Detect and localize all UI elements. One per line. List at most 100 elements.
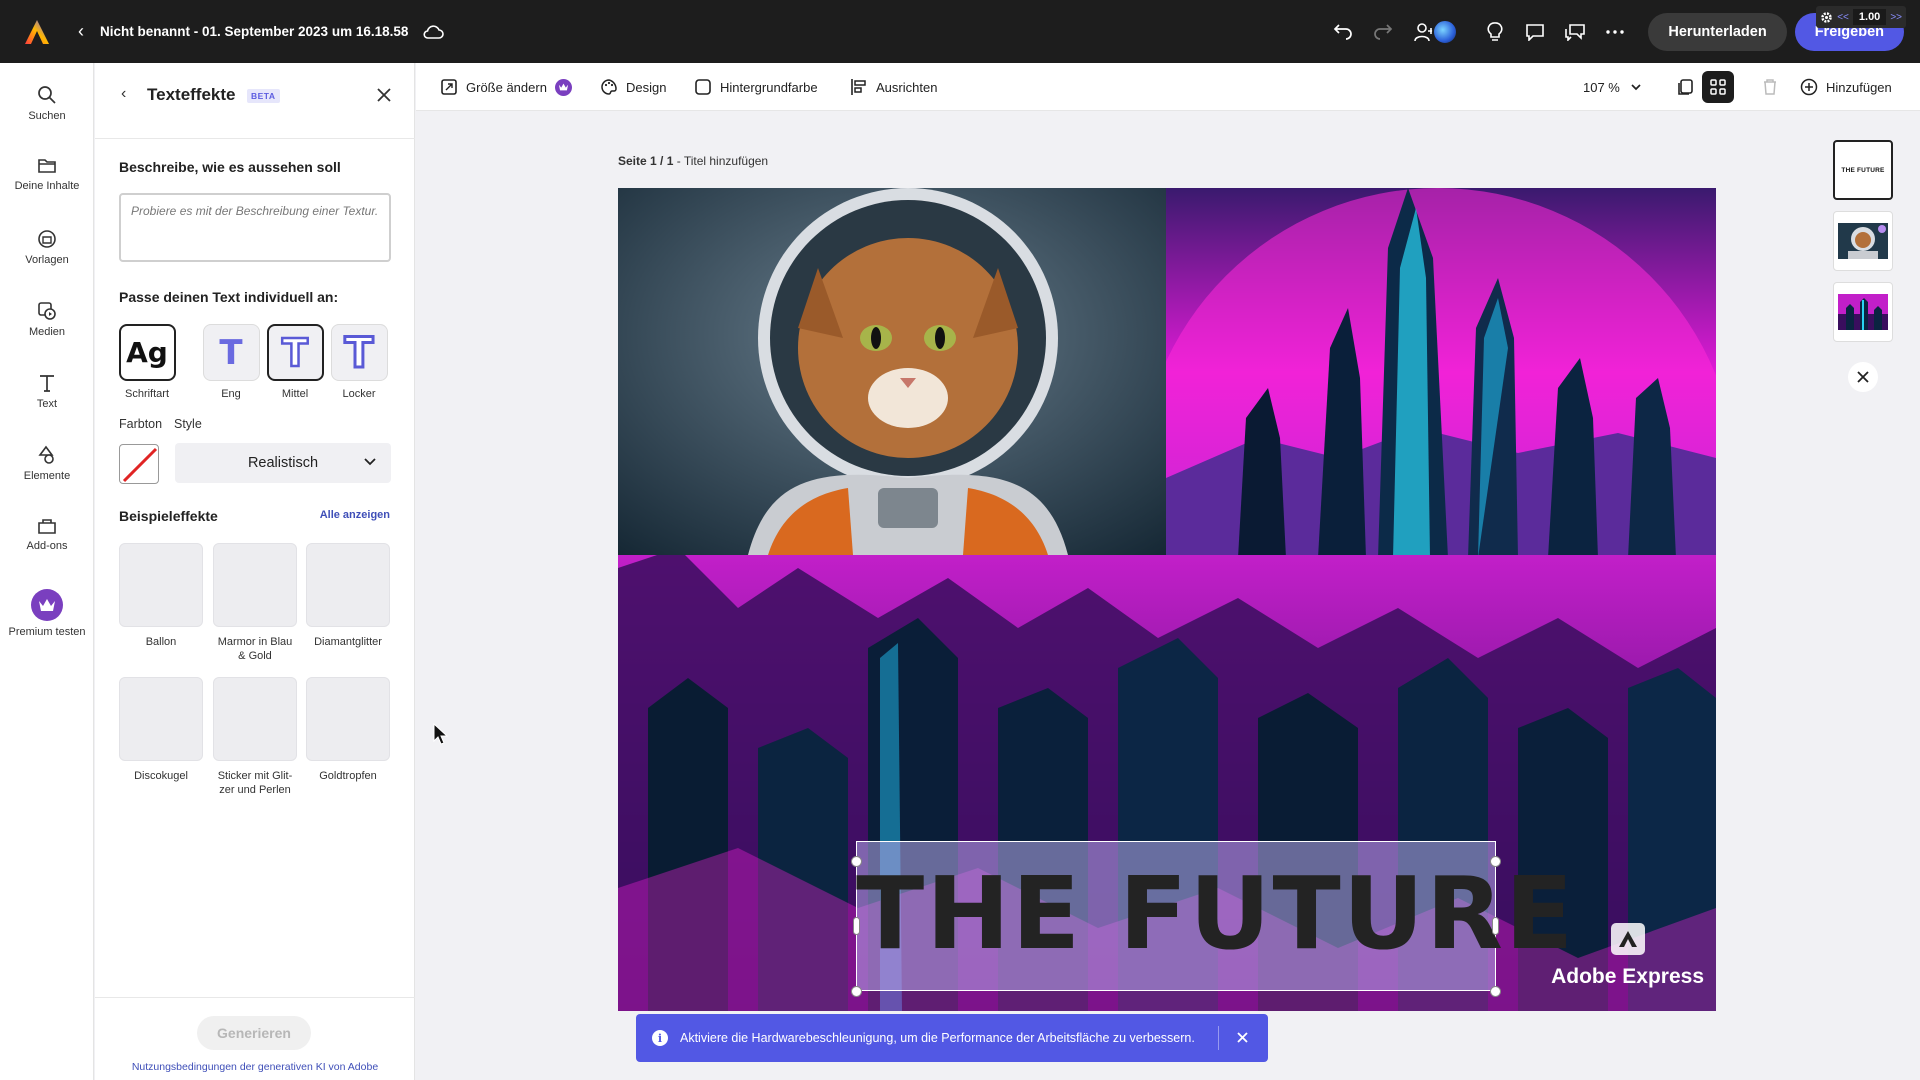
zoom-value: 107 %: [1583, 79, 1620, 95]
option-font[interactable]: Ag Schriftart: [118, 324, 176, 400]
page-thumbnail-text[interactable]: THE FUTURE: [1833, 140, 1893, 200]
cloud-sync-icon[interactable]: [422, 24, 445, 40]
watermark: Adobe Express: [1551, 923, 1704, 989]
option-loose[interactable]: T Locker: [330, 324, 388, 400]
artboard[interactable]: THE FUTURE Adobe Express: [618, 188, 1716, 1011]
city-thumbnail-image: [1838, 294, 1888, 330]
example-gold-drops[interactable]: Goldtropfen: [306, 677, 390, 783]
search-icon: [38, 86, 56, 104]
rail-item-label: Premium testen: [8, 626, 86, 638]
delete-button[interactable]: [1754, 71, 1786, 103]
close-thumbnails-button[interactable]: [1848, 362, 1878, 392]
resize-handle[interactable]: [851, 856, 862, 867]
toast-message: Aktiviere die Hardwarebeschleunigung, um…: [680, 1031, 1195, 1045]
rail-item-media[interactable]: Medien: [0, 301, 94, 338]
design-label: Design: [626, 79, 667, 95]
font-option-tile[interactable]: Ag: [118, 324, 176, 381]
background-color-button[interactable]: Hintergrundfarbe: [694, 63, 818, 111]
example-label: Diamantglitter: [314, 636, 382, 648]
option-medium[interactable]: T Mittel: [266, 324, 324, 400]
adobe-express-logo-icon[interactable]: [24, 19, 50, 45]
rail-item-templates[interactable]: Vorlagen: [0, 229, 94, 266]
back-chevron-icon[interactable]: ‹: [78, 21, 84, 42]
panel-back-chevron-icon[interactable]: ‹: [121, 85, 126, 103]
example-label: Sticker mit Glit-zer und Perlen: [217, 770, 293, 796]
download-button[interactable]: Herunterladen: [1648, 12, 1787, 51]
example-sticker-glitter[interactable]: Sticker mit Glit-zer und Perlen: [213, 677, 297, 797]
hue-swatch[interactable]: [119, 444, 159, 484]
comment-icon[interactable]: [1518, 15, 1552, 49]
resize-handle[interactable]: [1492, 917, 1499, 935]
generate-button[interactable]: Generieren: [197, 1016, 311, 1050]
example-balloon[interactable]: Ballon: [119, 543, 203, 649]
left-rail: Suchen Deine Inhalte Vorlagen Medien Tex…: [0, 63, 94, 1080]
thumb-text: THE FUTURE: [1841, 166, 1885, 174]
page-label[interactable]: Seite 1 / 1 - Titel hinzufügen: [618, 154, 768, 168]
example-thumbnail[interactable]: [306, 677, 390, 761]
option-tight[interactable]: T Eng: [202, 324, 260, 400]
example-marble[interactable]: Marmor in Blau & Gold: [213, 543, 297, 663]
speed-increase-button[interactable]: >>: [1890, 12, 1902, 23]
rail-item-elements[interactable]: Elemente: [0, 445, 94, 482]
example-label: Ballon: [145, 636, 177, 648]
avatar[interactable]: [1432, 18, 1459, 45]
example-thumbnail[interactable]: [213, 677, 297, 761]
style-value: Realistisch: [247, 455, 319, 471]
rail-item-label: Add-ons: [26, 540, 68, 552]
example-thumbnail[interactable]: [119, 543, 203, 627]
page-thumbnail-city[interactable]: [1833, 282, 1893, 342]
rail-item-your-content[interactable]: Deine Inhalte: [0, 157, 94, 192]
resize-handle[interactable]: [853, 917, 860, 935]
resize-handle[interactable]: [851, 986, 862, 997]
medium-option-tile[interactable]: T: [266, 324, 324, 381]
style-dropdown[interactable]: Realistisch: [175, 443, 391, 483]
speed-decrease-button[interactable]: <<: [1837, 12, 1849, 23]
more-icon[interactable]: [1598, 15, 1632, 49]
resize-handle[interactable]: [1490, 986, 1501, 997]
grid-view-button[interactable]: [1702, 71, 1734, 103]
page-layers-button[interactable]: [1670, 71, 1702, 103]
resize-handle[interactable]: [1490, 856, 1501, 867]
close-icon[interactable]: [377, 88, 391, 102]
rail-item-label: Vorlagen: [25, 254, 69, 266]
align-button[interactable]: Ausrichten: [850, 63, 937, 111]
collaborators[interactable]: [1414, 18, 1459, 45]
option-label: Eng: [221, 388, 241, 400]
show-all-link[interactable]: Alle anzeigen: [320, 509, 390, 521]
tight-option-tile[interactable]: T: [202, 324, 260, 381]
example-diamond-glitter[interactable]: Diamantglitter: [306, 543, 390, 649]
design-button[interactable]: Design: [600, 63, 666, 111]
grid-icon: [1710, 79, 1726, 95]
toast-close-icon[interactable]: [1237, 1032, 1248, 1043]
zoom-control[interactable]: 107 %: [1583, 63, 1642, 111]
cat-thumbnail-image: [1838, 223, 1888, 259]
rail-item-premium[interactable]: Premium testen: [0, 589, 94, 638]
speed-value: 1.00: [1852, 9, 1887, 25]
example-thumbnail[interactable]: [306, 543, 390, 627]
text-icon: [40, 375, 54, 392]
rail-item-text[interactable]: Text: [0, 373, 94, 410]
playback-speed-widget[interactable]: << 1.00 >>: [1816, 6, 1906, 28]
description-input[interactable]: Probiere es mit der Beschreibung einer T…: [119, 193, 391, 262]
lightbulb-icon[interactable]: [1478, 15, 1512, 49]
add-button[interactable]: Hinzufügen: [1800, 63, 1892, 111]
redo-icon[interactable]: [1366, 15, 1400, 49]
page-thumbnail-cat[interactable]: [1833, 211, 1893, 271]
example-thumbnail[interactable]: [213, 543, 297, 627]
rail-item-search[interactable]: Suchen: [0, 85, 94, 122]
tight-glyph: T: [219, 332, 243, 373]
share-comments-icon[interactable]: [1558, 15, 1592, 49]
loose-option-tile[interactable]: T: [330, 324, 388, 381]
resize-button[interactable]: Größe ändern: [440, 63, 572, 111]
headline-text[interactable]: THE FUTURE: [856, 853, 1573, 975]
example-label: Marmor in Blau & Gold: [217, 636, 293, 662]
gear-icon[interactable]: [1820, 11, 1833, 24]
toast-divider: [1218, 1026, 1219, 1050]
example-thumbnail[interactable]: [119, 677, 203, 761]
terms-link[interactable]: Nutzungsbedingungen der generativen KI v…: [95, 1061, 415, 1073]
example-disco-ball[interactable]: Discokugel: [119, 677, 203, 783]
rail-item-label: Elemente: [23, 470, 71, 482]
document-title[interactable]: Nicht benannt - 01. September 2023 um 16…: [100, 24, 408, 39]
rail-item-addons[interactable]: Add-ons: [0, 517, 94, 552]
undo-icon[interactable]: [1326, 15, 1360, 49]
